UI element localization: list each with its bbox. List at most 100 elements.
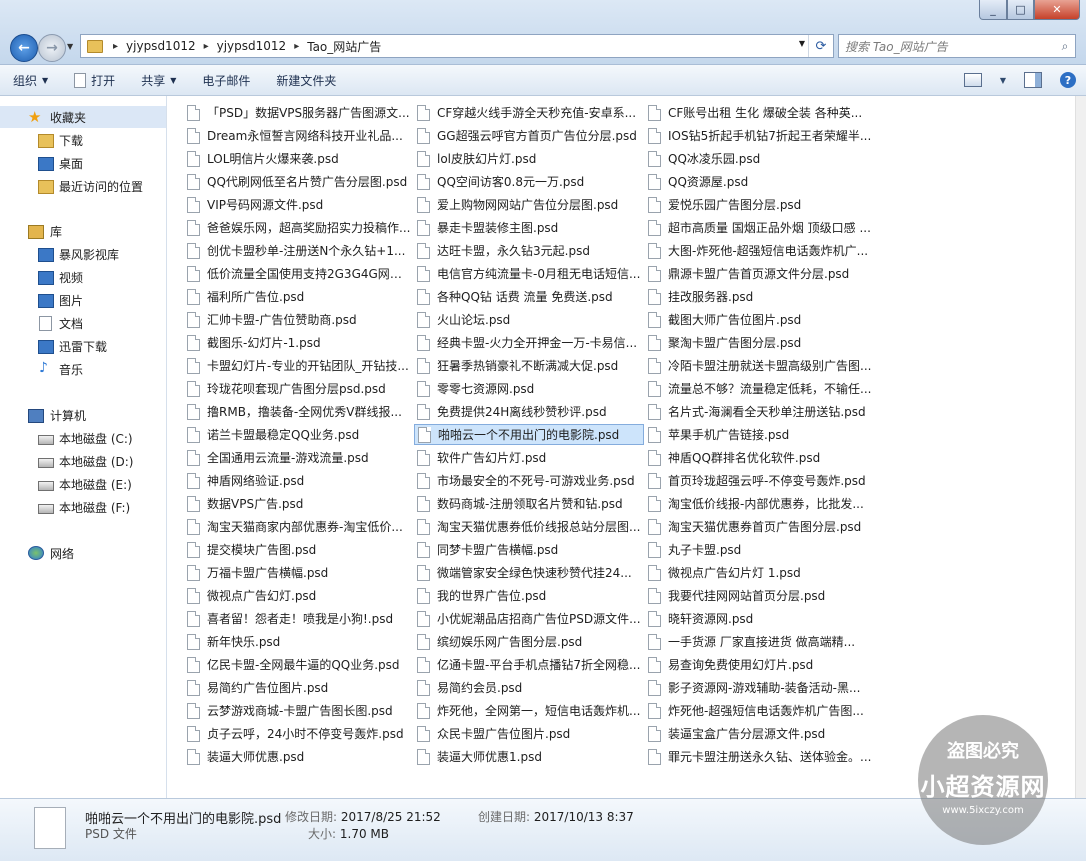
help-icon[interactable]: ? xyxy=(1060,72,1076,88)
file-item[interactable]: 鼎源卡盟广告首页源文件分层.psd xyxy=(648,263,872,284)
file-item[interactable]: 火山论坛.psd xyxy=(417,309,641,330)
preview-pane-icon[interactable] xyxy=(1024,72,1042,88)
file-item[interactable]: 卡盟幻灯片-专业的开钻团队_开钻技... xyxy=(187,355,411,376)
file-item[interactable]: 炸死他，全网第一，短信电话轰炸机... xyxy=(417,700,641,721)
file-item[interactable]: QQ代刷网低至名片赞广告分层图.psd xyxy=(187,171,411,192)
sidebar-item-recent[interactable]: 最近访问的位置 xyxy=(0,175,166,197)
file-item[interactable]: 微视点广告幻片灯 1.psd xyxy=(648,562,872,583)
sidebar-item-favorites[interactable]: ★ 收藏夹 xyxy=(0,106,166,128)
file-item[interactable]: CF账号出租 生化 爆破全装 各种英... xyxy=(648,102,872,123)
forward-button[interactable]: → xyxy=(38,34,66,62)
file-item[interactable]: 影子资源网-游戏辅助-装备活动-黑... xyxy=(648,677,872,698)
file-item[interactable]: lol皮肤幻片灯.psd xyxy=(417,148,641,169)
file-item[interactable]: 新年快乐.psd xyxy=(187,631,411,652)
file-item[interactable]: 大图-炸死他-超强短信电话轰炸机广... xyxy=(648,240,872,261)
vertical-scrollbar[interactable] xyxy=(1075,96,1086,798)
file-item[interactable]: 神盾网络验证.psd xyxy=(187,470,411,491)
file-item[interactable]: 同梦卡盟广告横幅.psd xyxy=(417,539,641,560)
file-item[interactable]: 创优卡盟秒单-注册送N个永久钻+1... xyxy=(187,240,411,261)
view-dropdown-icon[interactable]: ▼ xyxy=(1000,76,1006,85)
sidebar-item-disk-c[interactable]: 本地磁盘 (C:) xyxy=(0,427,166,449)
sidebar-item-pictures[interactable]: 图片 xyxy=(0,289,166,311)
file-item[interactable]: 诺兰卡盟最稳定QQ业务.psd xyxy=(187,424,411,445)
file-item[interactable]: 淘宝天猫优惠券首页广告图分层.psd xyxy=(648,516,872,537)
file-item[interactable]: 首页玲珑超强云呼-不停变号轰炸.psd xyxy=(648,470,872,491)
file-item[interactable]: 数码商城-注册领取名片赞和钻.psd xyxy=(417,493,641,514)
sidebar-item-disk-e[interactable]: 本地磁盘 (E:) xyxy=(0,473,166,495)
sidebar-item-computer[interactable]: 计算机 xyxy=(0,404,166,426)
breadcrumb-item[interactable]: yjypsd1012 xyxy=(122,39,200,53)
minimize-button[interactable]: _ xyxy=(979,0,1007,20)
file-item[interactable]: 缤纫娱乐网广告图分层.psd xyxy=(417,631,641,652)
refresh-icon[interactable]: ⟳ xyxy=(808,35,833,57)
email-button[interactable]: 电子邮件 xyxy=(189,65,263,95)
file-item[interactable]: 超市高质量 国烟正品外烟 顶级口感 ... xyxy=(648,217,872,238)
file-item[interactable]: 神盾QQ群排名优化软件.psd xyxy=(648,447,872,468)
address-dropdown-icon[interactable]: ▼ xyxy=(799,39,805,48)
recent-pages-dropdown[interactable]: ▼ xyxy=(67,42,73,51)
file-item[interactable]: 全国通用云流量-游戏流量.psd xyxy=(187,447,411,468)
sidebar-item-music[interactable]: ♪ 音乐 xyxy=(0,358,166,380)
file-item[interactable]: 装逼大师优惠1.psd xyxy=(417,746,641,767)
change-view-icon[interactable] xyxy=(963,73,982,87)
breadcrumb-separator[interactable]: ▸ xyxy=(290,41,303,52)
breadcrumb-separator[interactable]: ▸ xyxy=(109,41,122,52)
file-item[interactable]: 丸子卡盟.psd xyxy=(648,539,872,560)
file-item[interactable]: 冷陌卡盟注册就送卡盟高级别广告图... xyxy=(648,355,872,376)
file-item[interactable]: QQ资源屋.psd xyxy=(648,171,872,192)
sidebar-item-downloads[interactable]: 下载 xyxy=(0,129,166,151)
file-item[interactable]: 小优妮潮品店招商广告位PSD源文件... xyxy=(417,608,641,629)
file-item[interactable]: 万福卡盟广告横幅.psd xyxy=(187,562,411,583)
file-item[interactable]: 贞子云呼，24小时不停变号轰炸.psd xyxy=(187,723,411,744)
file-item[interactable]: 微视点广告幻灯.psd xyxy=(187,585,411,606)
file-item[interactable]: 喜者留！怨者走！喷我是小狗!.psd xyxy=(187,608,411,629)
address-bar[interactable]: ▸ yjypsd1012 ▸ yjypsd1012 ▸ Tao_网站广告 ▼ ⟳ xyxy=(80,34,834,58)
file-item[interactable]: 淘宝低价线报-内部优惠券，比批发... xyxy=(648,493,872,514)
file-item[interactable]: 狂暑季热销豪礼不断满减大促.psd xyxy=(417,355,641,376)
file-item[interactable]: VIP号码网源文件.psd xyxy=(187,194,411,215)
file-item[interactable]: 云梦游戏商城-卡盟广告图长图.psd xyxy=(187,700,411,721)
file-item[interactable]: 亿通卡盟-平台手机点播钻7折全网稳... xyxy=(417,654,641,675)
file-item[interactable]: 一手货源 厂家直接进货 做高端精... xyxy=(648,631,872,652)
sidebar-item-network[interactable]: 网络 xyxy=(0,542,166,564)
file-item[interactable]: 软件广告幻片灯.psd xyxy=(417,447,641,468)
search-icon[interactable]: ⌕ xyxy=(1055,39,1075,54)
organize-button[interactable]: 组织 ▼ xyxy=(0,65,61,95)
file-item[interactable]: 晓轩资源网.psd xyxy=(648,608,872,629)
file-item[interactable]: 达旺卡盟，永久钻3元起.psd xyxy=(417,240,641,261)
file-item[interactable]: Dream永恒誓言网络科技开业礼品... xyxy=(187,125,411,146)
file-item[interactable]: 易简约会员.psd xyxy=(417,677,641,698)
file-item[interactable]: 爱悦乐园广告图分层.psd xyxy=(648,194,872,215)
file-item[interactable]: LOL明信片火爆来袭.psd xyxy=(187,148,411,169)
file-item[interactable]: CF穿越火线手游全天秒充值-安卓系... xyxy=(417,102,641,123)
sidebar-item-libraries[interactable]: 库 xyxy=(0,220,166,242)
file-item[interactable]: 炸死他-超强短信电话轰炸机广告图... xyxy=(648,700,872,721)
file-item[interactable]: 暴走卡盟装修主图.psd xyxy=(417,217,641,238)
sidebar-item-disk-f[interactable]: 本地磁盘 (F:) xyxy=(0,496,166,518)
file-item[interactable]: 福利所广告位.psd xyxy=(187,286,411,307)
file-item[interactable]: QQ空间访客0.8元一万.psd xyxy=(417,171,641,192)
share-button[interactable]: 共享 ▼ xyxy=(128,65,189,95)
file-item[interactable]: 流量总不够？流量稳定低耗，不输任... xyxy=(648,378,872,399)
file-item[interactable]: 易查询免费使用幻灯片.psd xyxy=(648,654,872,675)
back-button[interactable]: ← xyxy=(10,34,38,62)
file-item[interactable]: 我要代挂网网站首页分层.psd xyxy=(648,585,872,606)
file-item[interactable]: 各种QQ钻 话费 流量 免费送.psd xyxy=(417,286,641,307)
file-item[interactable]: 提交模块广告图.psd xyxy=(187,539,411,560)
file-item[interactable]: GG超强云呼官方首页广告位分层.psd xyxy=(417,125,641,146)
file-item[interactable]: 微端管家安全绿色快速秒赞代挂24... xyxy=(417,562,641,583)
file-item[interactable]: 截图大师广告位图片.psd xyxy=(648,309,872,330)
file-item[interactable]: 淘宝天猫商家内部优惠券-淘宝低价... xyxy=(187,516,411,537)
sidebar-item-storm-video[interactable]: 暴风影视库 xyxy=(0,243,166,265)
file-item[interactable]: 电信官方纯流量卡-0月租无电话短信... xyxy=(417,263,641,284)
file-item[interactable]: 低价流量全国使用支持2G3G4G网络... xyxy=(187,263,411,284)
sidebar-item-video[interactable]: 视频 xyxy=(0,266,166,288)
file-item[interactable]: 亿民卡盟-全网最牛逼的QQ业务.psd xyxy=(187,654,411,675)
file-item[interactable]: 玲珑花呗套现广告图分层psd.psd xyxy=(187,378,411,399)
breadcrumb-separator[interactable]: ▸ xyxy=(200,41,213,52)
file-item[interactable]: 爱上购物网网站广告位分层图.psd xyxy=(417,194,641,215)
file-item[interactable]: 爸爸娱乐网，超高奖励招实力投稿作... xyxy=(187,217,411,238)
file-item[interactable]: 截图乐-幻灯片-1.psd xyxy=(187,332,411,353)
file-item[interactable]: 市场最安全的不死号-可游戏业务.psd xyxy=(417,470,641,491)
sidebar-item-documents[interactable]: 文档 xyxy=(0,312,166,334)
